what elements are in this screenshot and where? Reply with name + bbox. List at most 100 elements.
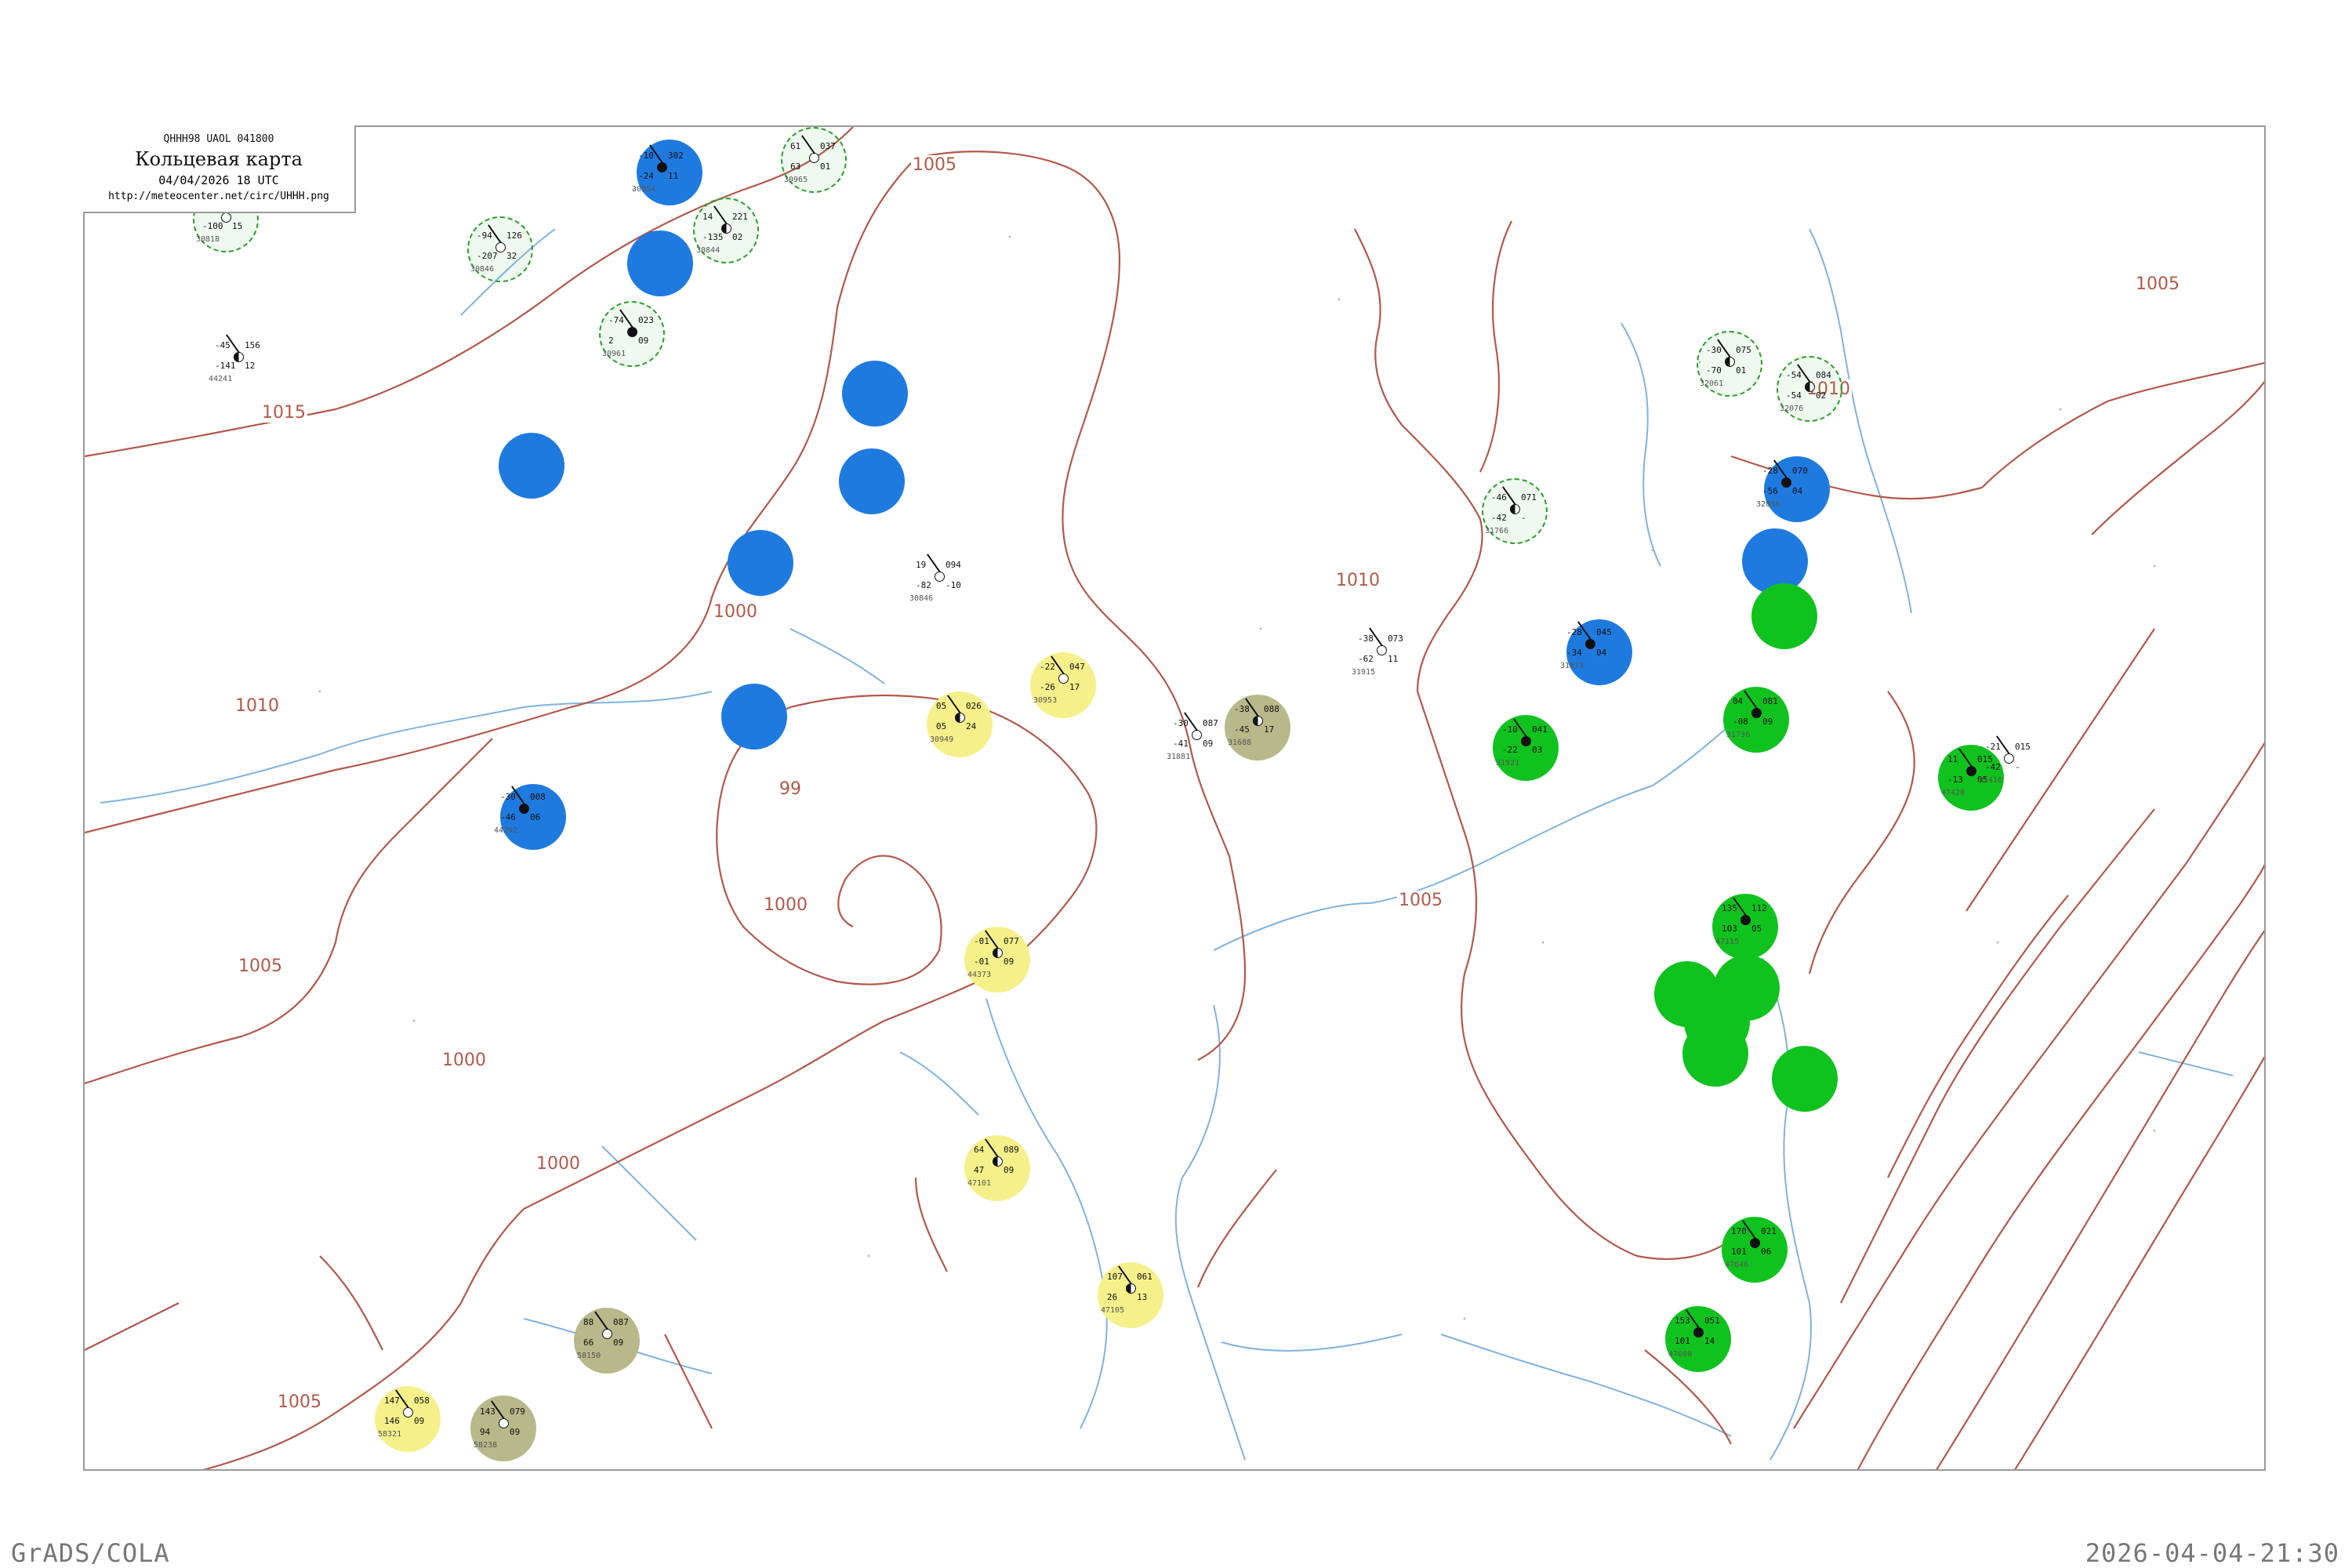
- station-temperature: 19: [916, 560, 927, 570]
- station-temperature: -94: [477, 230, 492, 241]
- station-plot[interactable]: 135 112 103 05 47115: [1712, 889, 1778, 946]
- cloud-cover-icon: [2004, 753, 2014, 764]
- station-dewpoint: -45: [1234, 724, 1250, 735]
- cloud-cover-icon: [935, 572, 945, 582]
- station-tendency: 09: [1004, 1165, 1014, 1175]
- station-id: 47115: [1715, 938, 1740, 946]
- station-plot[interactable]: -30 075 -70 01 32061: [1697, 331, 1762, 397]
- station-temperature: 11: [1947, 754, 1958, 764]
- map-source-url[interactable]: http://meteocenter.net/circ/UHHH.png: [83, 191, 354, 202]
- station-plot[interactable]: -21 015 -42 - 31416: [1976, 728, 2042, 785]
- station-dewpoint: -56: [1762, 486, 1778, 496]
- isobar-label: 1005: [237, 956, 284, 976]
- station-dewpoint: -22: [1502, 745, 1518, 755]
- station-temperature: -10: [1502, 724, 1518, 735]
- station-temperature: 14: [702, 212, 713, 222]
- station-dewpoint: -135: [702, 232, 724, 242]
- station-dewpoint: -42: [1985, 762, 2001, 772]
- station-temperature: -38: [1234, 704, 1250, 714]
- cloud-cover-icon: [1751, 708, 1762, 718]
- station-plot[interactable]: -10 302 -24 11 30554: [629, 136, 695, 194]
- station-id: 31766: [1485, 527, 1509, 535]
- cloud-cover-icon: [1740, 915, 1751, 925]
- station-plot[interactable]: -94 126 -207 32 30846: [467, 216, 533, 282]
- station-plot[interactable]: -74 023 2 09 30961: [599, 301, 665, 367]
- cloud-cover-icon: [955, 713, 965, 723]
- station-temperature: 147: [384, 1396, 400, 1406]
- station-tendency: 09: [414, 1416, 425, 1426]
- station-dewpoint: -100: [202, 221, 223, 231]
- grid-dots: [318, 188, 2156, 1320]
- station-plot[interactable]: 61 037 63 01 30965: [781, 127, 847, 193]
- station-plot[interactable]: 153 051 101 14 47600: [1665, 1301, 1731, 1359]
- station-plot[interactable]: -30 087 -41 09 31881: [1163, 704, 1229, 761]
- station-dewpoint: 47: [974, 1165, 985, 1175]
- station-plot[interactable]: 04 081 -08 09 31736: [1723, 682, 1789, 739]
- station-id: 47646: [1725, 1261, 1749, 1269]
- river-network: [100, 228, 2234, 1461]
- station-plot[interactable]: -54 084 -54 02 32076: [1777, 356, 1842, 422]
- wind-barb-icon: [927, 554, 941, 573]
- station-plot[interactable]: -38 073 -62 11 31915: [1348, 619, 1414, 677]
- blue-station-highlight: [627, 230, 693, 296]
- station-id: 30965: [784, 176, 808, 184]
- station-plot[interactable]: -38 088 -45 17 31688: [1225, 690, 1290, 747]
- station-plot[interactable]: -46 071 -42 - 31766: [1482, 478, 1548, 544]
- station-pressure: 045: [1596, 627, 1612, 637]
- station-dewpoint: 66: [583, 1338, 594, 1348]
- cloud-cover-icon: [1805, 382, 1815, 392]
- isobar-label: 1005: [911, 155, 958, 175]
- isobar-label: 1010: [1334, 571, 1381, 590]
- station-id: 30818: [196, 235, 220, 244]
- station-id: 47420: [1941, 789, 1965, 797]
- station-temperature: -30: [1706, 345, 1722, 355]
- station-pressure: 081: [1762, 696, 1778, 706]
- blue-station-highlight: [728, 530, 793, 596]
- isobar-label: 1015: [260, 403, 307, 423]
- station-plot[interactable]: 147 058 146 09 58321: [375, 1381, 441, 1439]
- wind-barb-icon: [1958, 748, 1973, 768]
- cloud-cover-icon: [1781, 477, 1791, 488]
- station-pressure: 015: [2015, 742, 2031, 752]
- station-plot[interactable]: 107 061 26 13 47105: [1098, 1258, 1163, 1315]
- station-dewpoint: -62: [1358, 654, 1374, 664]
- station-id: 58238: [474, 1441, 498, 1450]
- station-plot[interactable]: 14 221 -135 02 30844: [693, 198, 759, 263]
- station-id: 32098: [1756, 500, 1780, 509]
- station-pressure: 156: [245, 340, 260, 350]
- station-tendency: 09: [613, 1338, 624, 1348]
- station-temperature: 170: [1731, 1226, 1747, 1236]
- station-id: 30846: [909, 594, 934, 603]
- footer-software-credit: GrADS/COLA: [11, 1538, 170, 1568]
- station-id: 31688: [1228, 739, 1252, 747]
- station-temperature: -28: [1566, 627, 1582, 637]
- station-plot[interactable]: 19 094 -82 -10 30846: [906, 546, 972, 603]
- map-title: Кольцевая карта: [135, 148, 303, 170]
- station-plot[interactable]: 170 021 101 06 47646: [1722, 1212, 1788, 1269]
- station-plot[interactable]: -30 008 -46 06 44292: [491, 778, 557, 835]
- cloud-cover-icon: [993, 1156, 1003, 1167]
- station-plot[interactable]: 64 089 47 09 47101: [964, 1131, 1030, 1188]
- station-plot[interactable]: -10 041 -22 03 31921: [1493, 710, 1559, 768]
- station-id: 31921: [1496, 759, 1520, 768]
- title-block: QHHH98 UAOL 041800 Кольцевая карта 04/04…: [83, 125, 356, 213]
- station-plot[interactable]: 05 026 05 24 30949: [927, 687, 993, 744]
- station-plot[interactable]: -01 077 -01 09 44373: [964, 922, 1030, 979]
- station-plot[interactable]: -45 156 -141 12 44241: [205, 326, 271, 383]
- station-plot[interactable]: -28 070 -56 04 32098: [1753, 452, 1819, 509]
- station-tendency: 04: [1596, 648, 1607, 658]
- station-temperature: -46: [1491, 492, 1507, 503]
- station-dewpoint: -01: [974, 956, 989, 967]
- station-tendency: 09: [638, 336, 649, 346]
- station-tendency: 02: [1816, 390, 1827, 401]
- station-plot[interactable]: 143 079 94 09 58238: [470, 1392, 536, 1450]
- wind-barb-icon: [594, 1311, 608, 1330]
- map-frame[interactable]: 1005 1015 1010 1000 99 1000 1005 1000 1000 1005 10…: [83, 125, 2266, 1471]
- station-plot[interactable]: -22 047 -26 17 30953: [1030, 648, 1096, 705]
- station-id: 30961: [602, 350, 626, 358]
- green-station-highlight: [1751, 583, 1817, 649]
- wind-barb-icon: [985, 1138, 999, 1158]
- station-plot[interactable]: -28 045 -34 04 31873: [1557, 613, 1623, 670]
- station-id: 44241: [209, 375, 233, 383]
- station-plot[interactable]: 88 087 66 09 58150: [574, 1303, 640, 1360]
